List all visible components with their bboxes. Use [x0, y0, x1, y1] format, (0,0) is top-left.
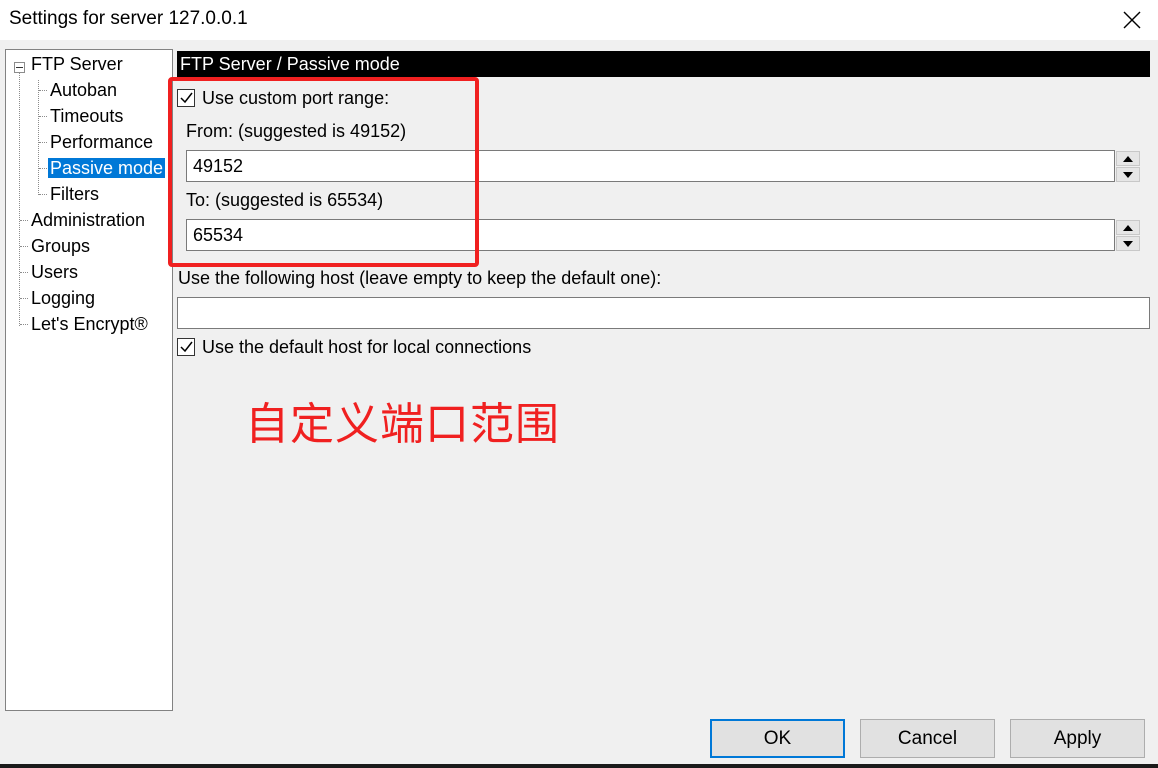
to-port-increment[interactable] [1116, 220, 1140, 235]
tree-connector [39, 168, 47, 169]
tree-connector [19, 70, 20, 326]
tree-connector [20, 246, 28, 247]
tree-item-filters[interactable]: Filters [50, 182, 99, 206]
tree-item-label: Filters [50, 184, 99, 204]
ok-button[interactable]: OK [710, 719, 845, 758]
to-port-input[interactable] [186, 219, 1115, 251]
custom-port-range-label: Use custom port range: [202, 88, 390, 108]
tree-item-passive-mode[interactable]: Passive mode [48, 156, 166, 180]
checkmark-icon [180, 92, 193, 104]
to-port-decrement[interactable] [1116, 236, 1140, 251]
tree-item-users[interactable]: Users [31, 260, 78, 284]
tree-connector [20, 272, 28, 273]
tree-item-performance[interactable]: Performance [50, 130, 153, 154]
from-port-decrement[interactable] [1116, 167, 1140, 182]
arrow-down-icon [1123, 172, 1133, 178]
close-icon [1123, 11, 1141, 29]
tree-connector [39, 116, 47, 117]
custom-port-range-checkbox[interactable] [177, 89, 195, 107]
to-port-label: To: (suggested is 65534) [186, 190, 384, 210]
tree-item-label: Let's Encrypt® [31, 314, 148, 334]
to-port-spinner[interactable] [1116, 220, 1140, 251]
window-title: Settings for server 127.0.0.1 [9, 8, 248, 29]
annotation-text: 自定义端口范围 [245, 399, 560, 450]
collapse-icon[interactable] [14, 62, 25, 73]
close-button[interactable] [1120, 8, 1144, 32]
tree-item-administration[interactable]: Administration [31, 208, 145, 232]
tree-connector [39, 194, 47, 195]
arrow-up-icon [1123, 225, 1133, 231]
tree-item-label: Performance [50, 132, 154, 152]
tree-item-label: FTP Server [31, 54, 123, 74]
host-input[interactable] [177, 297, 1150, 329]
host-label: Use the following host (leave empty to k… [178, 268, 662, 288]
tree-item-ftp-server[interactable]: FTP Server [6, 52, 166, 76]
tree-item-autoban[interactable]: Autoban [50, 78, 117, 102]
from-port-input[interactable] [186, 150, 1115, 182]
cancel-button[interactable]: Cancel [860, 719, 995, 758]
tree-connector [38, 80, 39, 195]
from-port-spinner[interactable] [1116, 151, 1140, 182]
tree-connector [20, 324, 28, 325]
tree-item-label: Timeouts [50, 106, 124, 126]
arrow-up-icon [1123, 156, 1133, 162]
tree-item-timeouts[interactable]: Timeouts [50, 104, 123, 128]
tree-item-label: Autoban [50, 80, 118, 100]
tree-item-label: Users [31, 262, 79, 282]
settings-tree[interactable]: FTP Server Autoban Timeouts Performance … [5, 49, 173, 711]
default-host-local-checkbox[interactable] [177, 338, 195, 356]
default-host-local-label: Use the default host for local connectio… [202, 337, 532, 357]
tree-item-label: Groups [31, 236, 91, 256]
apply-button[interactable]: Apply [1010, 719, 1145, 758]
tree-item-groups[interactable]: Groups [31, 234, 90, 258]
tree-item-logging[interactable]: Logging [31, 286, 95, 310]
arrow-down-icon [1123, 241, 1133, 247]
taskbar-edge [0, 764, 1158, 768]
tree-item-label: Administration [31, 210, 146, 230]
checkmark-icon [180, 341, 193, 353]
from-port-label: From: (suggested is 49152) [186, 121, 407, 141]
tree-item-label: Passive mode [48, 158, 166, 178]
tree-connector [20, 220, 28, 221]
tree-connector [39, 142, 47, 143]
tree-item-lets-encrypt[interactable]: Let's Encrypt® [31, 312, 148, 336]
tree-connector [39, 90, 47, 91]
tree-connector [20, 298, 28, 299]
from-port-increment[interactable] [1116, 151, 1140, 166]
tree-item-label: Logging [31, 288, 96, 308]
page-title: FTP Server / Passive mode [177, 51, 1150, 77]
title-bar: Settings for server 127.0.0.1 [0, 0, 1158, 40]
